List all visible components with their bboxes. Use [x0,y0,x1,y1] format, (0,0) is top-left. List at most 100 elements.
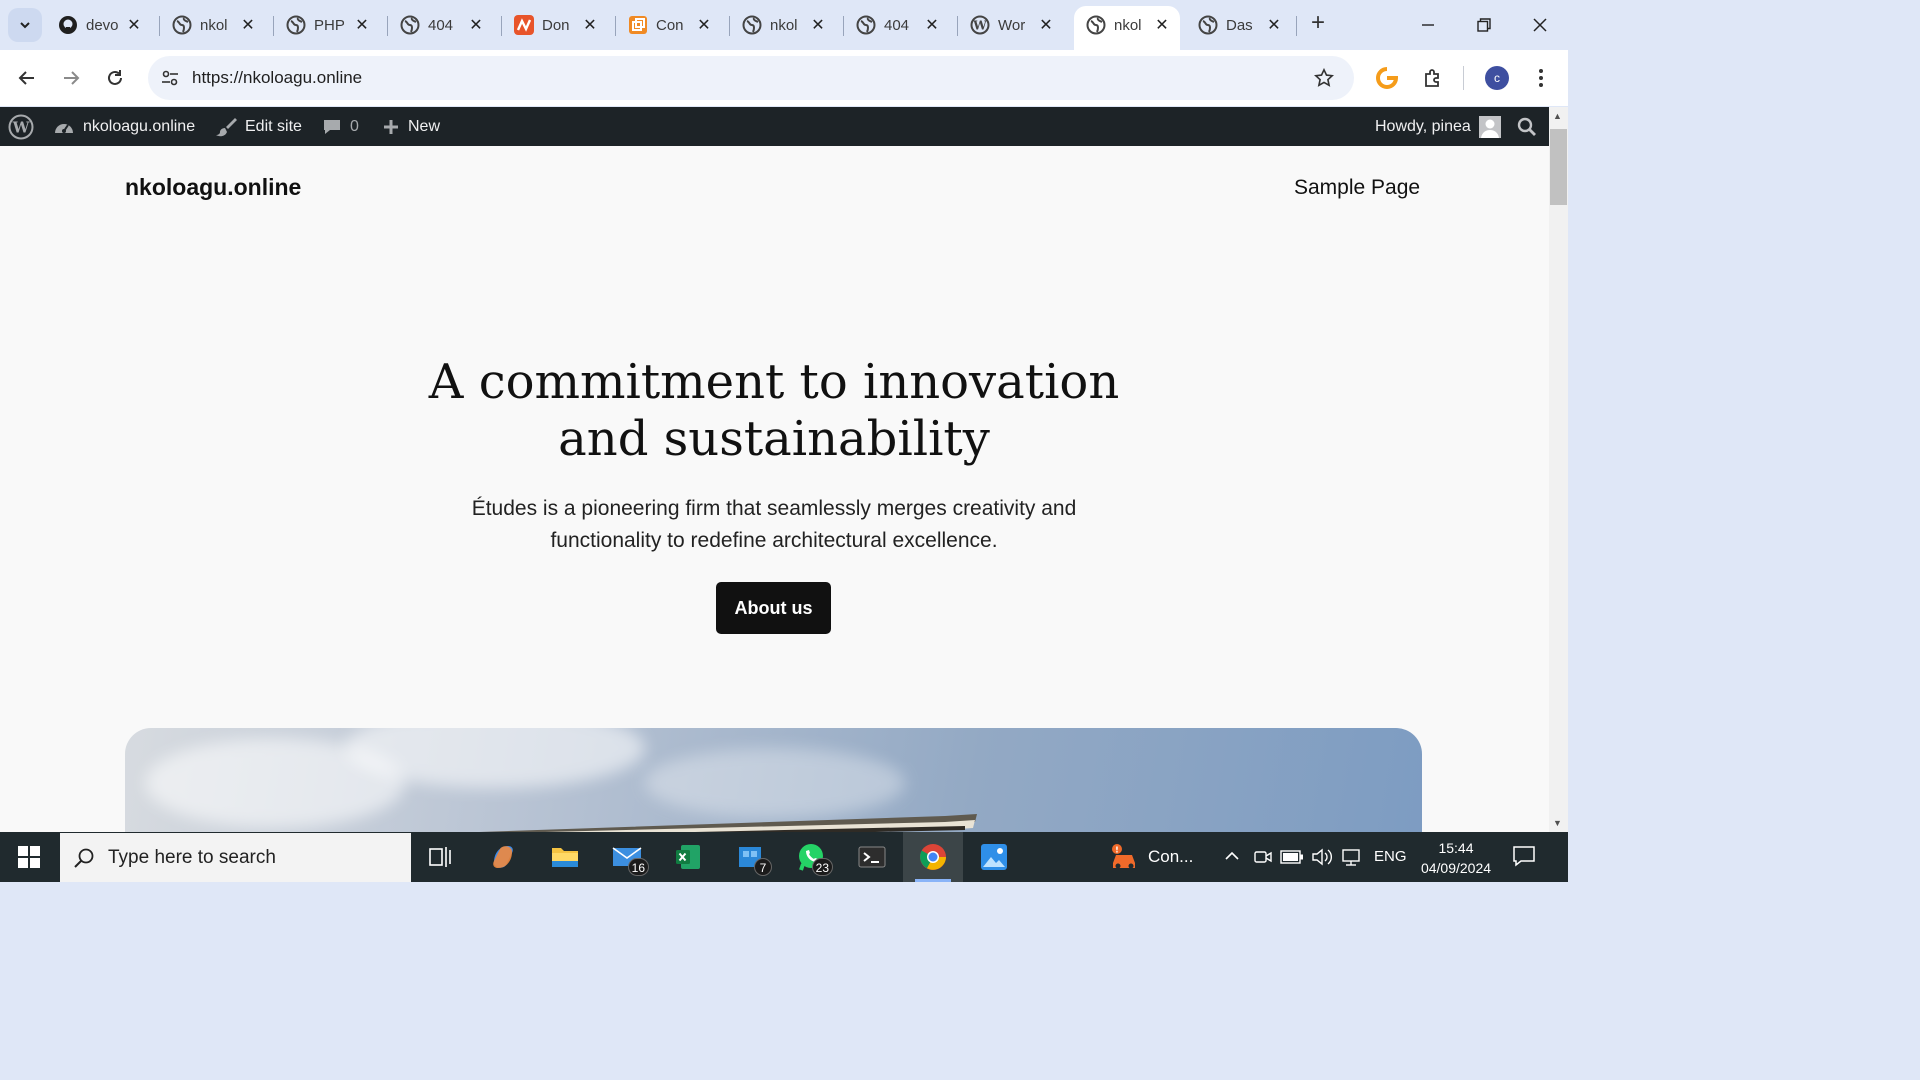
browser-tab-active[interactable]: nkol ✕ [1074,6,1180,50]
url-text[interactable]: https://nkoloagu.online [192,68,362,88]
browser-tab[interactable]: 404 ✕ [388,8,494,42]
site-info-icon[interactable] [158,66,182,90]
new-content-link[interactable]: New [382,107,440,146]
close-tab-icon[interactable]: ✕ [808,15,828,35]
excel-icon [676,845,700,869]
hero-heading-line: and sustainability [558,411,990,467]
address-bar[interactable]: https://nkoloagu.online [148,56,1354,100]
restore-icon [1477,18,1491,32]
hero-subtitle: Études is a pioneering firm that seamles… [424,493,1124,557]
bookmark-star-icon[interactable] [1312,66,1336,90]
taskbar-app-mail[interactable]: 16 [597,832,657,882]
tab-title: 404 [428,16,454,34]
restore-button[interactable] [1456,8,1512,42]
show-hidden-icons-button[interactable] [1223,847,1243,867]
browser-tab[interactable]: nkol ✕ [160,8,266,42]
taskbar-app-excel[interactable] [658,832,718,882]
taskbar-app-photos[interactable] [964,832,1024,882]
close-tab-icon[interactable]: ✕ [694,15,714,35]
scrollbar-thumb[interactable] [1550,129,1567,205]
tab-title: nkol [200,16,228,34]
taskbar-app-file-explorer[interactable] [535,832,595,882]
close-window-button[interactable] [1512,8,1568,42]
browser-tab[interactable]: Con ✕ [616,8,722,42]
globe-icon [856,15,876,35]
plus-icon [384,119,398,134]
store-badge: 7 [754,858,772,876]
browser-tab[interactable]: PHP ✕ [274,8,380,42]
brush-icon [216,117,237,136]
page-scrollbar[interactable]: ▲ ▼ [1549,107,1568,832]
new-tab-button[interactable]: + [1304,10,1332,38]
network-icon[interactable] [1340,847,1362,872]
close-tab-icon[interactable]: ✕ [352,15,372,35]
tab-search-button[interactable] [8,8,42,42]
back-button[interactable] [11,62,43,94]
scroll-down-arrow-icon[interactable]: ▼ [1553,818,1562,828]
close-tab-icon[interactable]: ✕ [1264,15,1284,35]
minimize-icon [1422,24,1434,26]
edit-site-link[interactable]: Edit site [215,107,302,146]
battery-icon[interactable] [1280,849,1304,870]
comments-count: 0 [350,117,359,135]
start-button[interactable] [0,832,58,882]
browser-tab[interactable]: devo ✕ [46,8,152,42]
howdy-text: Howdy, pinea [1375,117,1471,135]
close-tab-icon[interactable]: ✕ [922,15,942,35]
taskbar-app-copilot[interactable] [473,832,533,882]
wordpress-icon: W [970,15,990,35]
notification-center-button[interactable] [1512,844,1542,872]
close-tab-icon[interactable]: ✕ [580,15,600,35]
browser-tab[interactable]: Das ✕ [1186,8,1292,42]
close-tab-icon[interactable]: ✕ [238,15,258,35]
clock-time: 15:44 [1438,840,1474,856]
admin-search-button[interactable] [1517,107,1537,146]
tab-title: 404 [884,16,910,34]
windows-taskbar: Type here to search 16 7 23 ! Con... ENG… [0,832,1568,882]
taskbar-notification-app[interactable]: ! Con... [1110,832,1205,882]
browser-tab[interactable]: nkol ✕ [730,8,836,42]
task-view-button[interactable] [411,832,471,882]
taskbar-app-terminal[interactable] [842,832,902,882]
orange-copy-icon [628,15,648,35]
taskbar-search-box[interactable]: Type here to search [60,833,411,882]
nav-sample-page-link[interactable]: Sample Page [1294,176,1420,200]
scroll-up-arrow-icon[interactable]: ▲ [1553,111,1562,121]
taskbar-app-chrome[interactable] [903,832,963,882]
minimize-button[interactable] [1400,8,1456,42]
browser-tab[interactable]: W Wor ✕ [958,8,1064,42]
taskbar-clock[interactable]: 15:44 04/09/2024 [1408,838,1504,878]
about-us-button[interactable]: About us [716,582,831,634]
browser-tab[interactable]: Don ✕ [502,8,608,42]
admin-site-name-link[interactable]: nkoloagu.online [53,107,195,146]
folder-icon [552,848,578,867]
close-tab-icon[interactable]: ✕ [1152,15,1172,35]
hero-heading-line: A commitment to innovation [428,354,1120,410]
my-account-link[interactable]: Howdy, pinea [1375,107,1501,146]
search-icon [1517,117,1536,136]
browser-tab[interactable]: 404 ✕ [844,8,950,42]
profile-avatar[interactable]: c [1485,66,1509,90]
tab-title: nkol [1114,16,1142,34]
admin-site-name: nkoloagu.online [83,117,196,135]
browser-toolbar: https://nkoloagu.online [0,50,1568,106]
taskbar-app-store[interactable]: 7 [720,832,780,882]
close-tab-icon[interactable]: ✕ [1036,15,1056,35]
taskbar-app-whatsapp[interactable]: 23 [781,832,841,882]
site-title-link[interactable]: nkoloagu.online [125,174,301,201]
meet-now-icon[interactable] [1253,847,1273,872]
language-indicator[interactable]: ENG [1374,848,1407,865]
volume-icon[interactable] [1311,847,1333,872]
extensions-puzzle-icon[interactable] [1419,64,1447,92]
comments-link[interactable]: 0 [322,107,359,146]
extension-g-icon[interactable] [1373,64,1401,92]
terminal-icon [858,846,886,868]
kebab-menu-icon[interactable] [1527,64,1555,92]
wp-logo-button[interactable]: W [8,107,34,146]
forward-button[interactable] [55,62,87,94]
close-tab-icon[interactable]: ✕ [466,15,486,35]
reload-button[interactable] [99,62,131,94]
hero-subtitle-line: Études is a pioneering firm that seamles… [471,497,1077,520]
close-tab-icon[interactable]: ✕ [124,15,144,35]
globe-icon [1198,15,1218,35]
